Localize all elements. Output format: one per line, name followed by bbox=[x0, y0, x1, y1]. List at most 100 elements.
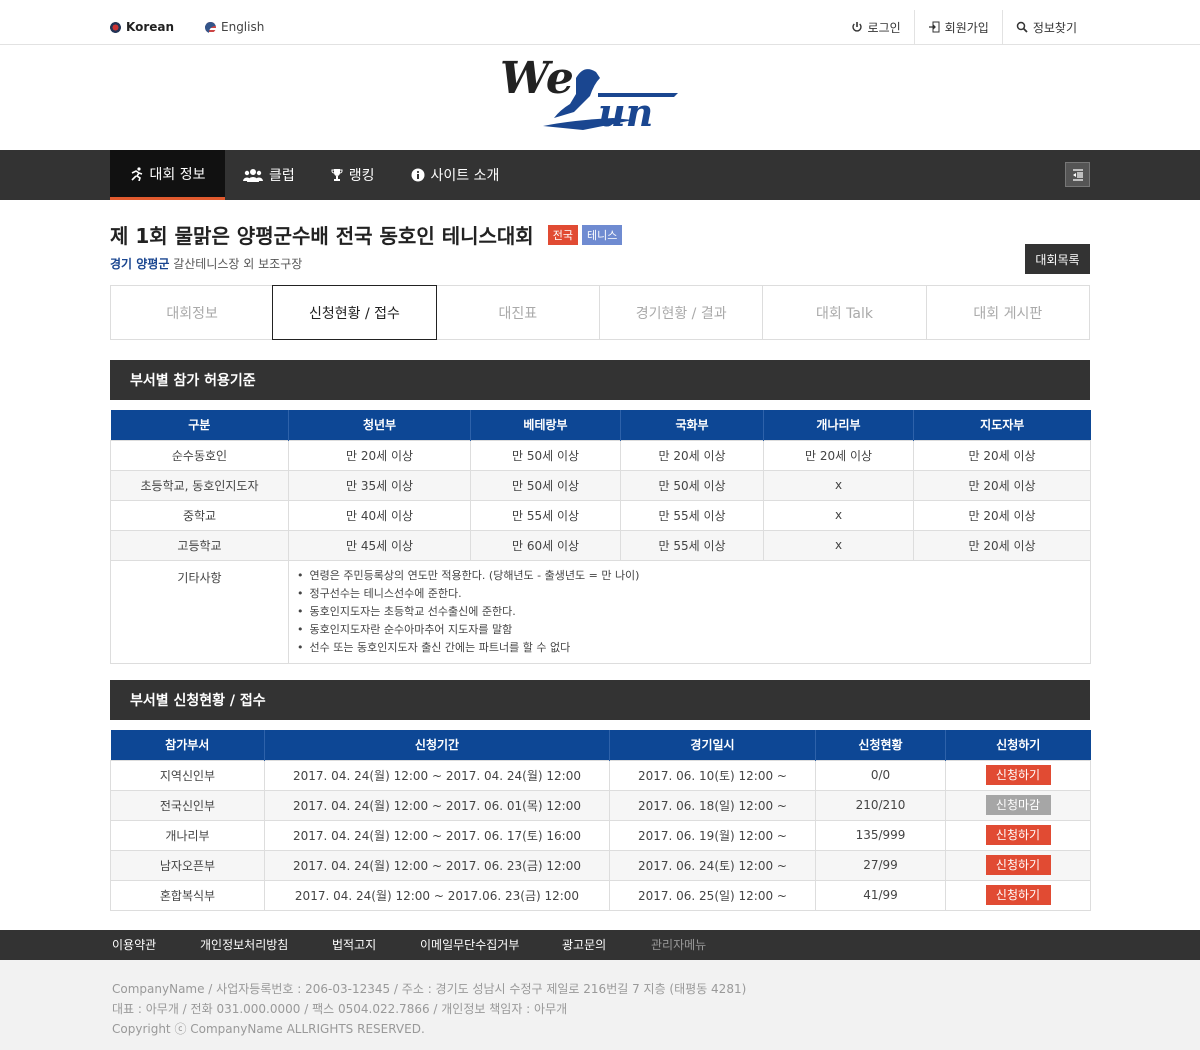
nav-item-about[interactable]: 사이트 소개 bbox=[393, 150, 518, 200]
table-row: 순수동호인 만 20세 이상 만 50세 이상 만 20세 이상 만 20세 이… bbox=[110, 439, 1091, 471]
tab-info[interactable]: 대회정보 bbox=[111, 286, 273, 339]
table-row: 전국신인부 2017. 04. 24(월) 12:00 ~ 2017. 06. … bbox=[110, 789, 1091, 821]
table-row: 고등학교 만 45세 이상 만 60세 이상 만 55세 이상 x 만 20세 … bbox=[110, 529, 1091, 561]
table-cell: 중학교 bbox=[110, 499, 289, 531]
footer-link-email-policy[interactable]: 이메일무단수집거부 bbox=[420, 930, 519, 960]
apply-cell: 신청마감 bbox=[945, 789, 1091, 821]
table-cell: 만 50세 이상 bbox=[470, 439, 621, 471]
lang-korean-link[interactable]: Korean bbox=[110, 20, 174, 34]
table-cell: x bbox=[763, 529, 914, 561]
users-icon bbox=[243, 169, 263, 182]
note-item: 선수 또는 동호인지도자 출신 간에는 파트너를 할 수 없다 bbox=[297, 639, 1082, 657]
application-period: 2017. 04. 24(월) 12:00 ~ 2017. 04. 24(월) … bbox=[264, 759, 610, 791]
match-date: 2017. 06. 24(토) 12:00 ~ bbox=[609, 849, 816, 881]
note-item: 연령은 주민등록상의 연도만 적용한다. (당해년도 - 출생년도 = 만 나이… bbox=[297, 567, 1082, 585]
application-period: 2017. 04. 24(월) 12:00 ~ 2017. 06. 01(목) … bbox=[264, 789, 610, 821]
company-contact: 대표 : 아무개 / 전화 031.000.0000 / 팩스 0504.022… bbox=[112, 1002, 568, 1016]
apply-cell: 신청하기 bbox=[945, 879, 1091, 911]
application-count: 135/999 bbox=[815, 819, 946, 851]
trophy-icon bbox=[331, 169, 343, 181]
nav-item-label: 클럽 bbox=[269, 168, 295, 184]
footer-link-privacy[interactable]: 개인정보처리방침 bbox=[200, 930, 288, 960]
table-cell: 초등학교, 동호인지도자 bbox=[110, 469, 289, 501]
application-period: 2017. 04. 24(월) 12:00 ~ 2017. 06. 23(금) … bbox=[264, 849, 610, 881]
find-info-label: 정보찾기 bbox=[1032, 20, 1077, 35]
join-label: 회원가입 bbox=[944, 20, 989, 35]
table-cell: 만 20세 이상 bbox=[913, 529, 1091, 561]
tab-registration[interactable]: 신청현황 / 접수 bbox=[272, 285, 437, 340]
division-name: 개나리부 bbox=[110, 819, 265, 851]
table-cell: 만 35세 이상 bbox=[288, 469, 471, 501]
table-header-row: 구분 청년부 베테랑부 국화부 개나리부 지도자부 bbox=[110, 410, 1091, 440]
tab-bracket[interactable]: 대진표 bbox=[435, 286, 599, 339]
notes-cell: 연령은 주민등록상의 연도만 적용한다. (당해년도 - 출생년도 = 만 나이… bbox=[288, 559, 1091, 664]
event-region: 경기 양평군 bbox=[110, 257, 170, 271]
running-icon bbox=[130, 166, 142, 181]
column-header: 개나리부 bbox=[763, 410, 914, 440]
top-bar: Korean English 로그인 회원가입 정보찾기 bbox=[0, 0, 1200, 45]
note-item: 동호인지도자란 순수아마추어 지도자를 말함 bbox=[297, 621, 1082, 639]
table-cell: 만 20세 이상 bbox=[913, 469, 1091, 501]
division-name: 전국신인부 bbox=[110, 789, 265, 821]
criteria-table: 구분 청년부 베테랑부 국화부 개나리부 지도자부 순수동호인 만 20세 이상… bbox=[110, 410, 1091, 664]
column-header: 구분 bbox=[110, 410, 289, 440]
table-row: 중학교 만 40세 이상 만 55세 이상 만 55세 이상 x 만 20세 이… bbox=[110, 499, 1091, 531]
table-cell: 만 20세 이상 bbox=[288, 439, 471, 471]
apply-button[interactable]: 신청하기 bbox=[985, 855, 1051, 875]
nav-item-label: 대회 정보 bbox=[149, 166, 206, 183]
tab-results[interactable]: 경기현황 / 결과 bbox=[598, 286, 762, 339]
tab-talk[interactable]: 대회 Talk bbox=[762, 286, 925, 339]
svg-text:We: We bbox=[500, 53, 574, 104]
criteria-heading: 부서별 참가 허용기준 bbox=[110, 360, 1090, 400]
join-link[interactable]: 회원가입 bbox=[913, 10, 1002, 44]
table-cell: 만 40세 이상 bbox=[288, 499, 471, 531]
table-row: 남자오픈부 2017. 04. 24(월) 12:00 ~ 2017. 06. … bbox=[110, 849, 1091, 881]
table-row: 지역신인부 2017. 04. 24(월) 12:00 ~ 2017. 04. … bbox=[110, 759, 1091, 791]
utility-menu: 로그인 회원가입 정보찾기 bbox=[838, 10, 1090, 44]
werun-logo[interactable]: We un bbox=[498, 48, 683, 138]
footer-link-admin[interactable]: 관리자메뉴 bbox=[651, 930, 706, 960]
lang-english-link[interactable]: English bbox=[205, 20, 264, 34]
tournament-list-button[interactable]: 대회목록 bbox=[1025, 244, 1090, 274]
footer-link-terms[interactable]: 이용약관 bbox=[112, 930, 156, 960]
side-menu-button[interactable] bbox=[1065, 162, 1090, 187]
apply-cell: 신청하기 bbox=[945, 849, 1091, 881]
registration-heading: 부서별 신청현황 / 접수 bbox=[110, 680, 1090, 720]
application-period: 2017. 04. 24(월) 12:00 ~ 2017.06. 23(금) 1… bbox=[264, 879, 610, 911]
note-item: 정구선수는 테니스선수에 준한다. bbox=[297, 585, 1082, 603]
login-label: 로그인 bbox=[867, 20, 901, 35]
table-cell: 만 45세 이상 bbox=[288, 529, 471, 561]
event-location: 경기 양평군 갈산테니스장 외 보조구장 bbox=[110, 255, 302, 272]
column-header: 신청현황 bbox=[815, 730, 946, 760]
notes-label: 기타사항 bbox=[110, 559, 289, 664]
footer-info: CompanyName / 사업자등록번호 : 206-03-12345 / 주… bbox=[0, 960, 1200, 1050]
tab-board[interactable]: 대회 게시판 bbox=[925, 286, 1089, 339]
apply-button[interactable]: 신청하기 bbox=[985, 885, 1051, 905]
login-link[interactable]: 로그인 bbox=[838, 10, 914, 44]
event-venue: 갈산테니스장 외 보조구장 bbox=[173, 257, 303, 271]
nav-item-tournament[interactable]: 대회 정보 bbox=[110, 150, 225, 200]
table-cell: 만 20세 이상 bbox=[620, 439, 764, 471]
application-count: 41/99 bbox=[815, 879, 946, 911]
division-name: 지역신인부 bbox=[110, 759, 265, 791]
apply-button[interactable]: 신청하기 bbox=[985, 765, 1051, 785]
power-icon bbox=[851, 22, 862, 32]
apply-button[interactable]: 신청하기 bbox=[985, 825, 1051, 845]
application-period: 2017. 04. 24(월) 12:00 ~ 2017. 06. 17(토) … bbox=[264, 819, 610, 851]
table-cell: x bbox=[763, 499, 914, 531]
table-cell: 만 55세 이상 bbox=[620, 499, 764, 531]
column-header: 지도자부 bbox=[913, 410, 1091, 440]
notes-row: 기타사항 연령은 주민등록상의 연도만 적용한다. (당해년도 - 출생년도 =… bbox=[110, 559, 1091, 664]
find-info-link[interactable]: 정보찾기 bbox=[1001, 10, 1090, 44]
lang-english-label: English bbox=[221, 20, 265, 34]
division-name: 혼합복식부 bbox=[110, 879, 265, 911]
column-header: 참가부서 bbox=[110, 730, 265, 760]
match-date: 2017. 06. 19(월) 12:00 ~ bbox=[609, 819, 816, 851]
nav-item-club[interactable]: 클럽 bbox=[225, 150, 313, 200]
nav-item-ranking[interactable]: 랭킹 bbox=[313, 150, 393, 200]
footer-link-legal[interactable]: 법적고지 bbox=[332, 930, 376, 960]
table-cell: 만 55세 이상 bbox=[470, 499, 621, 531]
application-count: 0/0 bbox=[815, 759, 946, 791]
footer-link-ads[interactable]: 광고문의 bbox=[562, 930, 606, 960]
korea-flag-icon bbox=[110, 21, 121, 33]
